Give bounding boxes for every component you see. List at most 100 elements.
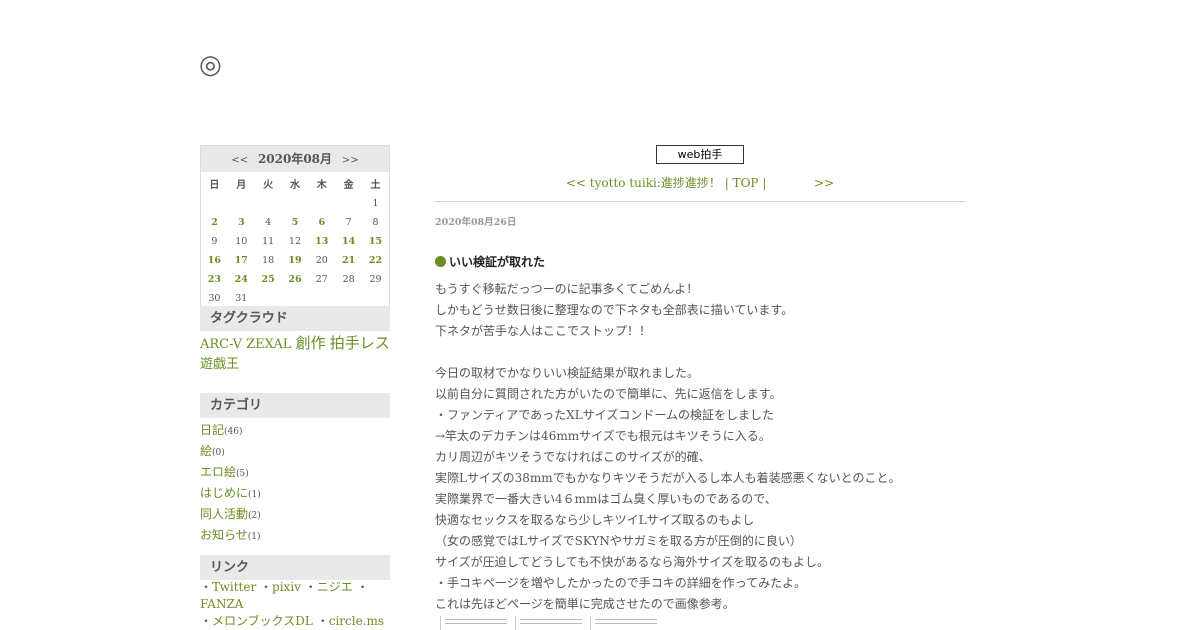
tag-link[interactable]: 拍手レス	[330, 334, 390, 352]
calendar-month: 2020年08月	[257, 152, 333, 166]
calendar-day: 2	[201, 213, 228, 232]
calendar-day: 6	[308, 213, 335, 232]
calendar-day-link[interactable]: 6	[318, 217, 325, 228]
top-link[interactable]: TOP	[733, 176, 759, 190]
category-link[interactable]: 絵	[200, 444, 212, 458]
calendar-day: 1	[372, 198, 379, 209]
calendar-day-link[interactable]: 22	[369, 255, 382, 266]
entry-body-line: 実際業界で一番大きい4６mmはゴム臭く厚いものであるので、	[435, 492, 777, 506]
calendar-week: 1	[201, 194, 389, 213]
external-link[interactable]: circle.ms	[329, 614, 384, 628]
entry-image-thumbnails[interactable]	[440, 616, 670, 630]
calendar-day-link[interactable]: 19	[288, 255, 301, 266]
calendar-prev-link[interactable]: <<	[225, 155, 254, 166]
calendar-day-link[interactable]: 17	[235, 255, 248, 266]
calendar-day: 9	[211, 236, 218, 247]
category-count: (5)	[236, 469, 249, 479]
calendar-weekday: 金	[343, 179, 354, 191]
external-link[interactable]: ニジエ	[317, 580, 353, 594]
calendar-grid: 日月火水木金土 1 2 3 4 5 6 7 8 9 10 11 12 13 14 15 16 17 18 19 20 2…	[201, 172, 389, 308]
calendar-day-link[interactable]: 16	[208, 255, 221, 266]
calendar-day	[255, 194, 282, 213]
entry-body-line: 下ネタが苦手な人はここでストップ！！	[435, 324, 652, 338]
calendar-day-link[interactable]: 3	[238, 217, 245, 228]
tag-cloud-heading: タグクラウド	[200, 306, 390, 331]
calendar-day: 23	[201, 270, 228, 289]
calendar-day: 8	[372, 217, 379, 228]
calendar-day	[282, 194, 309, 213]
link-row: ・Twitter ・pixiv ・ニジエ ・FANZA	[200, 580, 369, 611]
calendar-week: 16 17 18 19 20 21 22	[201, 251, 389, 270]
calendar-day-link[interactable]: 24	[235, 274, 248, 285]
calendar: << 2020年08月 >> 日月火水木金土 1 2 3 4 5 6 7 8 9 10 11 12 13…	[200, 145, 390, 309]
calendar-weekday: 日	[209, 179, 220, 191]
calendar-day: 17	[228, 251, 255, 270]
category-count: (1)	[248, 490, 261, 500]
tag-link[interactable]: 遊戯王	[200, 357, 239, 372]
calendar-day: 15	[362, 232, 389, 251]
category-count: (1)	[247, 532, 261, 542]
calendar-day: 11	[262, 236, 275, 247]
external-link[interactable]: Twitter	[212, 580, 256, 594]
thumbnail-image[interactable]	[440, 616, 511, 630]
external-link[interactable]: FANZA	[200, 597, 243, 611]
category-count: (0)	[212, 448, 225, 458]
calendar-days: 1 2 3 4 5 6 7 8 9 10 11 12 13 14 15 16 17 18 19 20 21 22 23 24 2…	[201, 194, 389, 308]
calendar-day-link[interactable]: 25	[261, 274, 274, 285]
entry-body-line: ・ファンティアであったXLサイズコンドームの検証をしました	[435, 408, 774, 422]
calendar-day: 5	[282, 213, 309, 232]
entry-date: 2020年08月26日	[435, 217, 517, 228]
external-link[interactable]: メロンブックスDL	[212, 614, 313, 628]
category-list: 日記(46) 絵(0) エロ絵(5) はじめに(1) 同人活動(2) お知らせ(1)	[200, 421, 390, 547]
calendar-day: 16	[201, 251, 228, 270]
category-item: お知らせ(1)	[200, 526, 390, 547]
calendar-day-link[interactable]: 2	[211, 217, 218, 228]
calendar-day-link[interactable]: 23	[208, 274, 221, 285]
entry-body-line: しかもどうせ数日後に整理なので下ネタも全部表に描いています。	[435, 303, 794, 317]
calendar-day: 28	[342, 274, 355, 285]
calendar-next-link[interactable]: >>	[336, 155, 365, 166]
calendar-weekday: 火	[263, 179, 274, 191]
tag-link[interactable]: ARC-V	[200, 337, 242, 352]
category-item: エロ絵(5)	[200, 463, 390, 484]
calendar-day-link[interactable]: 14	[342, 236, 355, 247]
calendar-day-link[interactable]: 26	[288, 274, 301, 285]
calendar-day: 26	[282, 270, 309, 289]
calendar-day-link[interactable]: 21	[342, 255, 355, 266]
entry-title-text: いい検証が取れた	[449, 255, 546, 269]
category-link[interactable]: エロ絵	[200, 465, 236, 479]
tag-link[interactable]: ZEXAL	[246, 337, 291, 352]
entry-body-line: 今日の取材でかなりいい検証結果が取れました。	[435, 366, 700, 380]
tag-link[interactable]: 創作	[296, 334, 326, 352]
entry-body-line: これは先ほどページを簡単に完成させたので画像参考。	[435, 597, 735, 611]
external-link[interactable]: pixiv	[272, 580, 301, 594]
calendar-day-link[interactable]: 13	[315, 236, 328, 247]
calendar-day: 29	[369, 274, 382, 285]
entry-body-line: 以前自分に質問された方がいたので簡単に、先に返信をします。	[435, 387, 782, 401]
calendar-weekday: 水	[289, 179, 300, 191]
next-entry-link[interactable]: >>	[814, 176, 834, 190]
calendar-day-link[interactable]: 15	[369, 236, 382, 247]
category-link[interactable]: お知らせ	[200, 528, 248, 542]
calendar-day: 10	[235, 236, 248, 247]
thumbnail-image[interactable]	[515, 616, 586, 630]
calendar-weekday: 土	[370, 179, 381, 191]
calendar-day: 13	[308, 232, 335, 251]
category-link[interactable]: はじめに	[200, 486, 248, 500]
calendar-day: 19	[282, 251, 309, 270]
link-list: ・Twitter ・pixiv ・ニジエ ・FANZA ・メロンブックスDL ・…	[200, 579, 400, 630]
web-clap-button[interactable]: web拍手	[656, 145, 744, 164]
site-title[interactable]: ◎	[199, 50, 222, 80]
category-link[interactable]: 日記	[200, 423, 224, 437]
prev-entry-link[interactable]: << tyotto tuiki:進捗進捗！	[566, 176, 721, 190]
bullet-icon	[435, 256, 446, 267]
calendar-day-link[interactable]: 5	[292, 217, 299, 228]
category-link[interactable]: 同人活動	[200, 507, 248, 521]
calendar-day	[335, 194, 362, 213]
entry-body-line	[435, 342, 975, 363]
calendar-day: 18	[262, 255, 275, 266]
entry-body-line: →竿太のデカチンは46mmサイズでも根元はキツそうに入る。	[435, 429, 771, 443]
entry-body-line: カリ周辺がキツそうでなければこのサイズが的確、	[435, 450, 711, 464]
calendar-week: 23 24 25 26 27 28 29	[201, 270, 389, 289]
thumbnail-image[interactable]	[590, 616, 661, 630]
